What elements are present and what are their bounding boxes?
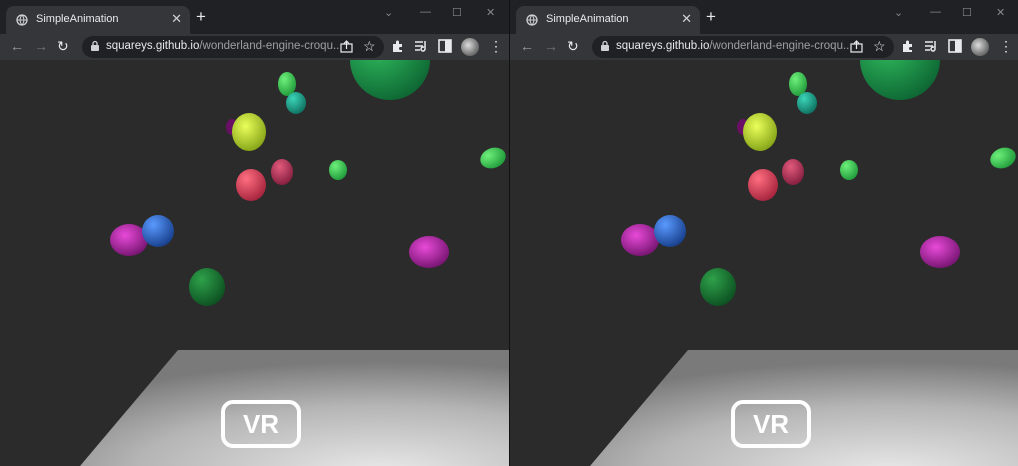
chevron-down-icon[interactable]: ⌄: [894, 6, 903, 19]
sphere: [789, 72, 807, 96]
star-icon[interactable]: ☆: [873, 38, 886, 55]
toolbar: ← → ↻ squareys.github.io/wonderland-engi…: [510, 34, 1018, 60]
webgl-canvas[interactable]: VR: [510, 20, 1018, 466]
sidebar-icon[interactable]: [948, 39, 962, 53]
close-window-icon[interactable]: ✕: [996, 6, 1005, 19]
close-icon[interactable]: ✕: [171, 11, 182, 27]
avatar[interactable]: [461, 38, 479, 56]
sphere: [271, 159, 293, 185]
webgl-canvas[interactable]: VR: [0, 20, 509, 466]
sphere: [860, 20, 940, 100]
tab-title: SimpleAnimation: [546, 13, 629, 25]
sphere: [621, 224, 659, 256]
sphere: [797, 92, 817, 114]
forward-icon[interactable]: →: [544, 37, 558, 55]
sphere: [278, 72, 296, 96]
sphere: [654, 215, 686, 247]
sphere: [232, 113, 266, 151]
sphere: [236, 169, 266, 201]
reload-icon[interactable]: ↻: [57, 37, 69, 55]
sphere: [329, 160, 347, 180]
back-icon[interactable]: ←: [520, 37, 534, 55]
share-icon[interactable]: [850, 40, 863, 53]
browser-tab[interactable]: SimpleAnimation ✕: [516, 6, 700, 34]
sidebar-icon[interactable]: [438, 39, 452, 53]
sphere: [748, 169, 778, 201]
extensions-icon[interactable]: [901, 39, 915, 53]
sphere: [409, 236, 449, 268]
sphere: [743, 113, 777, 151]
sphere: [920, 236, 960, 268]
sphere: [700, 268, 736, 306]
kebab-menu-icon[interactable]: ⋮: [489, 37, 503, 55]
sphere: [990, 147, 1016, 169]
sphere: [480, 147, 506, 169]
lock-icon: [91, 40, 99, 51]
star-icon[interactable]: ☆: [363, 38, 376, 55]
sphere: [840, 160, 858, 180]
address-bar[interactable]: squareys.github.io/wonderland-engine-cro…: [82, 36, 384, 58]
sphere: [142, 215, 174, 247]
extensions-icon[interactable]: [391, 39, 405, 53]
sphere: [782, 159, 804, 185]
avatar[interactable]: [971, 38, 989, 56]
plus-icon[interactable]: +: [196, 8, 206, 26]
chevron-down-icon[interactable]: ⌄: [384, 6, 393, 19]
title-bar: SimpleAnimation ✕ + ⌄ — ☐ ✕: [510, 0, 1018, 34]
back-icon[interactable]: ←: [10, 37, 24, 55]
maximize-icon[interactable]: ☐: [962, 6, 972, 19]
url-text: squareys.github.io/wonderland-engine-cro…: [616, 40, 853, 52]
close-window-icon[interactable]: ✕: [486, 6, 495, 19]
tab-title: SimpleAnimation: [36, 13, 119, 25]
sphere: [189, 268, 225, 306]
close-icon[interactable]: ✕: [681, 11, 692, 27]
lock-icon: [601, 40, 609, 51]
reload-icon[interactable]: ↻: [567, 37, 579, 55]
url-text: squareys.github.io/wonderland-engine-cro…: [106, 40, 343, 52]
address-bar[interactable]: squareys.github.io/wonderland-engine-cro…: [592, 36, 894, 58]
minimize-icon[interactable]: —: [930, 6, 941, 18]
globe-icon: [16, 14, 28, 26]
maximize-icon[interactable]: ☐: [452, 6, 462, 19]
browser-tab[interactable]: SimpleAnimation ✕: [6, 6, 190, 34]
kebab-menu-icon[interactable]: ⋮: [999, 37, 1013, 55]
sphere: [350, 20, 430, 100]
plus-icon[interactable]: +: [706, 8, 716, 26]
vr-button[interactable]: VR: [221, 400, 301, 448]
toolbar: ← → ↻ squareys.github.io/wonderland-engi…: [0, 34, 509, 60]
browser-window-left: SimpleAnimation ✕ + ⌄ — ☐ ✕ ← → ↻ square…: [0, 0, 509, 466]
title-bar: SimpleAnimation ✕ + ⌄ — ☐ ✕: [0, 0, 509, 34]
vr-button[interactable]: VR: [731, 400, 811, 448]
minimize-icon[interactable]: —: [420, 6, 431, 18]
browser-window-right: SimpleAnimation ✕ + ⌄ — ☐ ✕ ← → ↻ square…: [509, 0, 1018, 466]
globe-icon: [526, 14, 538, 26]
reading-list-icon[interactable]: [414, 39, 429, 53]
sphere: [286, 92, 306, 114]
share-icon[interactable]: [340, 40, 353, 53]
forward-icon[interactable]: →: [34, 37, 48, 55]
reading-list-icon[interactable]: [924, 39, 939, 53]
